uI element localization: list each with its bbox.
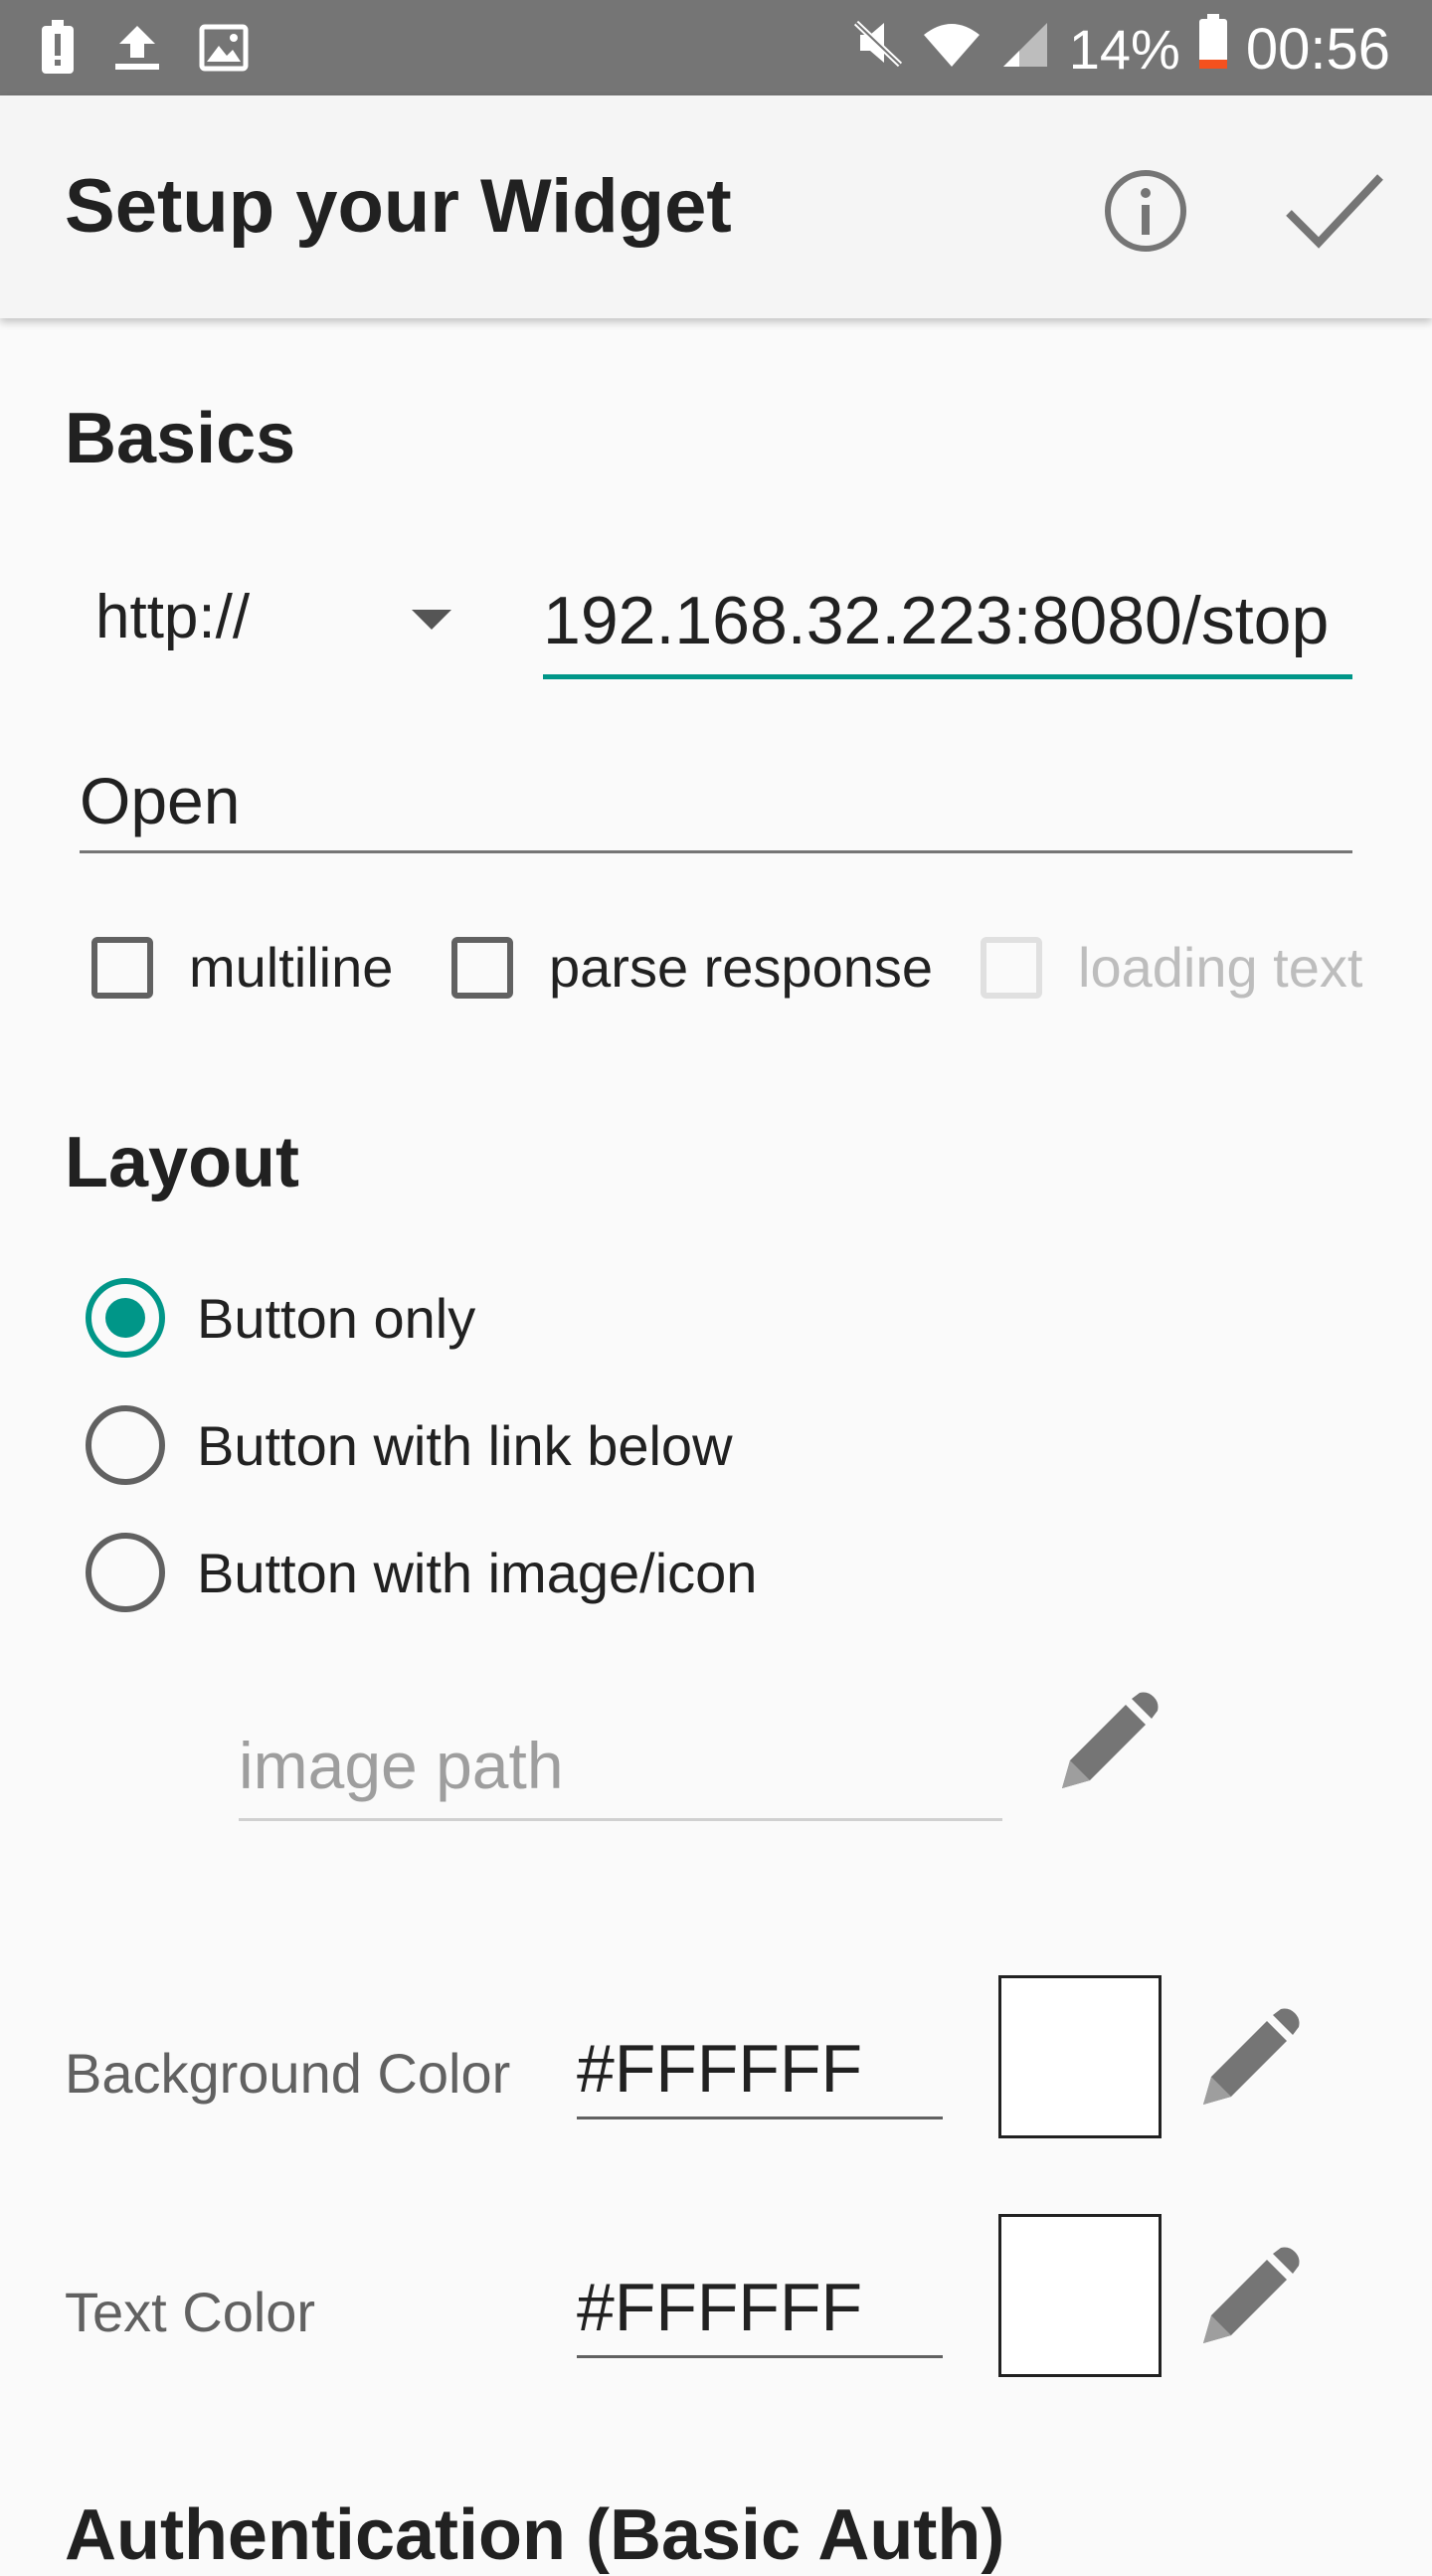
mute-icon (852, 16, 904, 83)
background-color-edit-button[interactable] (1197, 2007, 1301, 2111)
checkbox-multiline[interactable]: multiline (91, 935, 393, 1000)
dropdown-arrow-icon (412, 610, 451, 630)
protocol-value: http:// (95, 583, 251, 651)
checkbox-box[interactable] (451, 936, 513, 999)
background-color-swatch[interactable] (998, 1975, 1162, 2138)
battery-icon (1198, 14, 1228, 84)
text-color-edit-button[interactable] (1197, 2246, 1301, 2349)
checkbox-label: parse response (549, 936, 934, 999)
checkbox-parse-response[interactable]: parse response (451, 935, 933, 1000)
radio-button-only[interactable]: Button only (86, 1278, 475, 1358)
info-button[interactable] (1102, 167, 1189, 255)
status-right: 14% 00:56 (852, 14, 1390, 84)
pencil-icon (1203, 2247, 1300, 2343)
protocol-dropdown[interactable]: http:// (95, 582, 473, 661)
authentication-heading: Authentication (Basic Auth) (65, 2495, 1005, 2575)
label-input[interactable]: Open (80, 751, 1352, 853)
battery-percent: 14% (1068, 17, 1180, 81)
image-path-edit-button[interactable] (1056, 1691, 1160, 1794)
signal-icon (999, 16, 1051, 83)
radio-label: Button only (197, 1286, 476, 1350)
background-color-input[interactable]: #FFFFFF (577, 2021, 943, 2119)
checkbox-box (981, 936, 1042, 999)
checkbox-label: multiline (189, 936, 394, 999)
text-color-input[interactable]: #FFFFFF (577, 2260, 943, 2358)
pencil-icon (1203, 2008, 1300, 2105)
basics-heading: Basics (65, 399, 296, 478)
page-title: Setup your Widget (65, 164, 732, 249)
background-color-label: Background Color (65, 2042, 511, 2105)
image-icon (199, 24, 249, 77)
checkbox-loading-text: loading text (981, 935, 1362, 1000)
upload-icon (111, 22, 163, 79)
info-icon (1105, 170, 1186, 252)
layout-heading: Layout (65, 1123, 300, 1202)
wifi-icon (922, 16, 982, 83)
app-bar: Setup your Widget (0, 95, 1432, 318)
radio-circle[interactable] (86, 1533, 165, 1612)
clock: 00:56 (1245, 16, 1390, 82)
radio-circle[interactable] (86, 1405, 165, 1485)
text-color-swatch[interactable] (998, 2214, 1162, 2377)
pencil-icon (1062, 1692, 1159, 1788)
radio-button-with-image[interactable]: Button with image/icon (86, 1533, 757, 1612)
url-input[interactable]: 192.168.32.223:8080/stop (543, 571, 1352, 679)
radio-label: Button with link below (197, 1413, 733, 1477)
radio-label: Button with image/icon (197, 1541, 758, 1604)
alert-icon (40, 20, 76, 81)
status-bar: 14% 00:56 (0, 0, 1432, 95)
text-color-label: Text Color (65, 2281, 316, 2343)
checkbox-box[interactable] (91, 936, 153, 999)
confirm-button[interactable] (1285, 165, 1384, 255)
radio-circle[interactable] (86, 1278, 165, 1358)
image-path-input[interactable]: image path (239, 1713, 1002, 1821)
radio-button-with-link[interactable]: Button with link below (86, 1405, 733, 1485)
checkbox-label: loading text (1078, 936, 1363, 999)
status-left-icons (40, 20, 249, 81)
checkmark-icon (1286, 174, 1383, 249)
